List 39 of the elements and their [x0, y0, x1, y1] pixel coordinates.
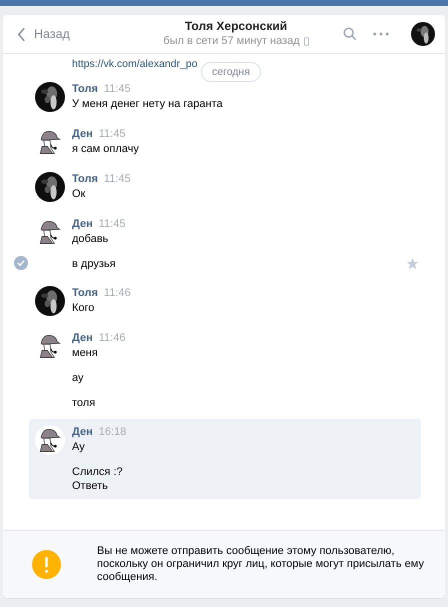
author-name[interactable]: Толя [72, 172, 98, 186]
message-time: 16:18 [98, 425, 126, 439]
message-text: Ок [72, 188, 86, 200]
back-icon [17, 26, 26, 42]
author-name[interactable]: Ден [72, 217, 93, 231]
message-time: 11:46 [104, 286, 131, 300]
chat-title: Толя Херсонский [184, 19, 288, 34]
message-text: Кого [72, 302, 94, 314]
author-name[interactable]: Ден [72, 127, 93, 141]
warning-icon [32, 550, 61, 579]
author-name[interactable]: Толя [72, 286, 98, 300]
date-separator: сегодня [201, 62, 261, 82]
message-time: 11:46 [98, 331, 126, 345]
more-icon[interactable] [373, 32, 389, 36]
message-text: Ау [72, 441, 85, 453]
message-text: добавь [72, 233, 108, 245]
phone-icon [304, 37, 309, 46]
message-time: 11:45 [104, 172, 131, 186]
notice-text: Вы не можете отправить сообщение этому пользователю, поскольку он ограничил круг лиц, которые могут присылать ему сообщения. [97, 545, 425, 584]
selected-check-icon[interactable] [14, 256, 28, 270]
back-link[interactable]: Назад [17, 26, 147, 42]
message-text: Слился :? Ответь [72, 466, 123, 492]
author-name[interactable]: Толя [72, 82, 98, 96]
message-text: толя [72, 397, 96, 409]
message-text: я сам оплачу [72, 143, 139, 155]
message-time: 11:45 [104, 82, 131, 96]
message-time: 11:45 [98, 127, 126, 141]
profile-link[interactable]: https://vk.com/alexandr_po [72, 58, 198, 70]
author-name[interactable]: Ден [72, 331, 93, 345]
message-text: в друзья [72, 258, 116, 270]
message-text: ау [72, 372, 84, 384]
message-text: У меня денег нету на гаранта [72, 98, 223, 110]
star-icon[interactable] [406, 257, 419, 270]
message-text: меня [72, 347, 98, 359]
author-name[interactable]: Ден [72, 425, 93, 439]
message-time: 11:45 [98, 217, 126, 231]
search-icon[interactable] [343, 27, 357, 41]
online-status: был в сети 57 минут назад [163, 34, 300, 49]
detective-icon[interactable] [35, 425, 65, 455]
